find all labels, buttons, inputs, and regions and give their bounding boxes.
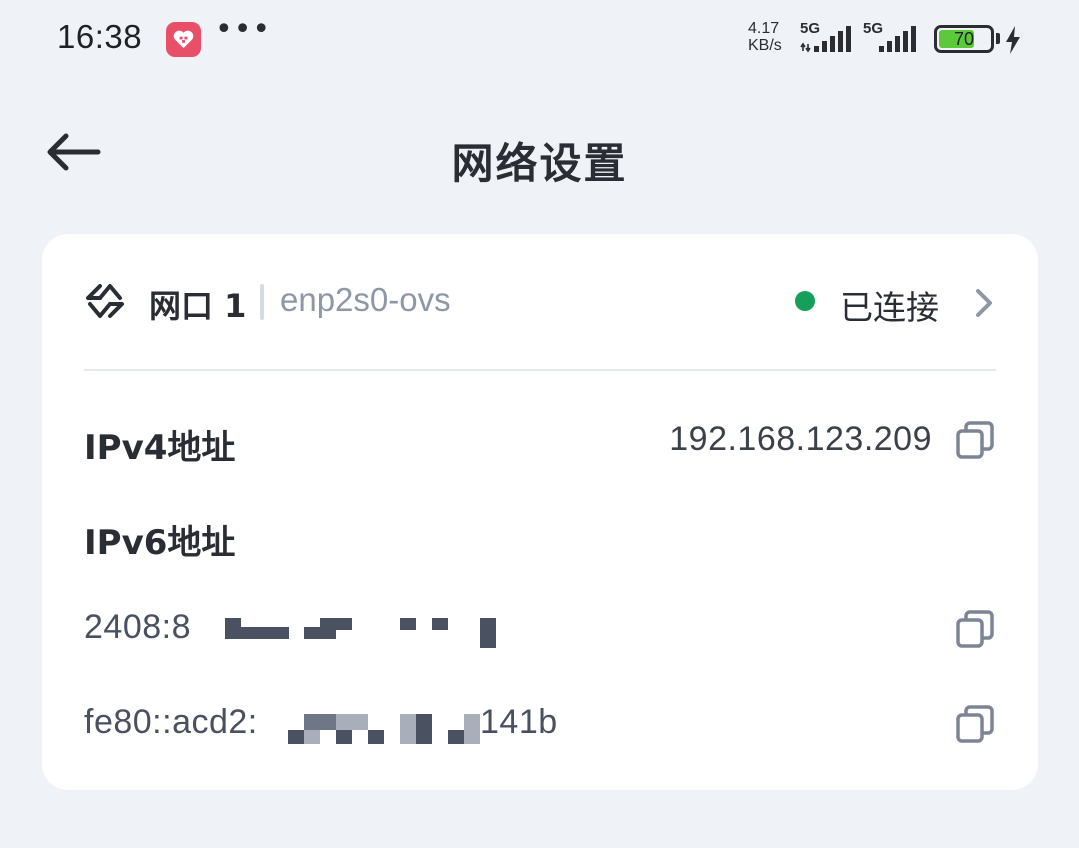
more-notifications-icon: ••• [215,12,272,47]
network-speed: 4.17 KB/s [748,20,782,54]
battery-cap [996,33,1000,44]
app-notification-icon [166,22,201,57]
network-speed-unit: KB/s [748,37,782,54]
port-separator [260,284,264,320]
copy-icon [956,610,994,648]
charging-bolt-icon [1006,26,1020,54]
port-interface-name: enp2s0-ovs [280,281,451,318]
copy-ipv6-2-button[interactable] [955,704,995,744]
port-exchange-icon [86,284,124,318]
divider [84,369,996,371]
copy-icon [956,705,994,743]
network-port-card: 网口 1 enp2s0-ovs 已连接 IPv4地址 192.168.123.2… [42,234,1038,790]
port-name: 网口 1 [149,287,247,325]
ipv6-address-1: 2408:8 [84,608,191,646]
chevron-right-icon [976,289,992,317]
ipv4-label: IPv4地址 [84,428,236,468]
ipv6-address-2-suffix: 141b [480,703,558,741]
port-row[interactable]: 网口 1 enp2s0-ovs 已连接 [42,234,1038,369]
copy-ipv4-button[interactable] [955,420,995,460]
ipv6-address-2: fe80::acd2: [84,703,258,741]
network-speed-value: 4.17 [748,20,780,37]
status-bar: 16:38 ••• 4.17 KB/s 5G 5G 70 [0,0,1079,80]
copy-icon [956,421,994,459]
page-title: 网络设置 [451,139,628,188]
connection-status: 已连接 [840,288,939,327]
connection-status-dot [795,291,815,311]
ipv6-label: IPv6地址 [84,523,236,563]
copy-ipv6-1-button[interactable] [955,609,995,649]
battery-level: 70 [953,29,975,49]
status-time: 16:38 [57,18,143,55]
battery-icon: 70 [934,25,994,53]
ipv4-address: 192.168.123.209 [669,420,932,458]
